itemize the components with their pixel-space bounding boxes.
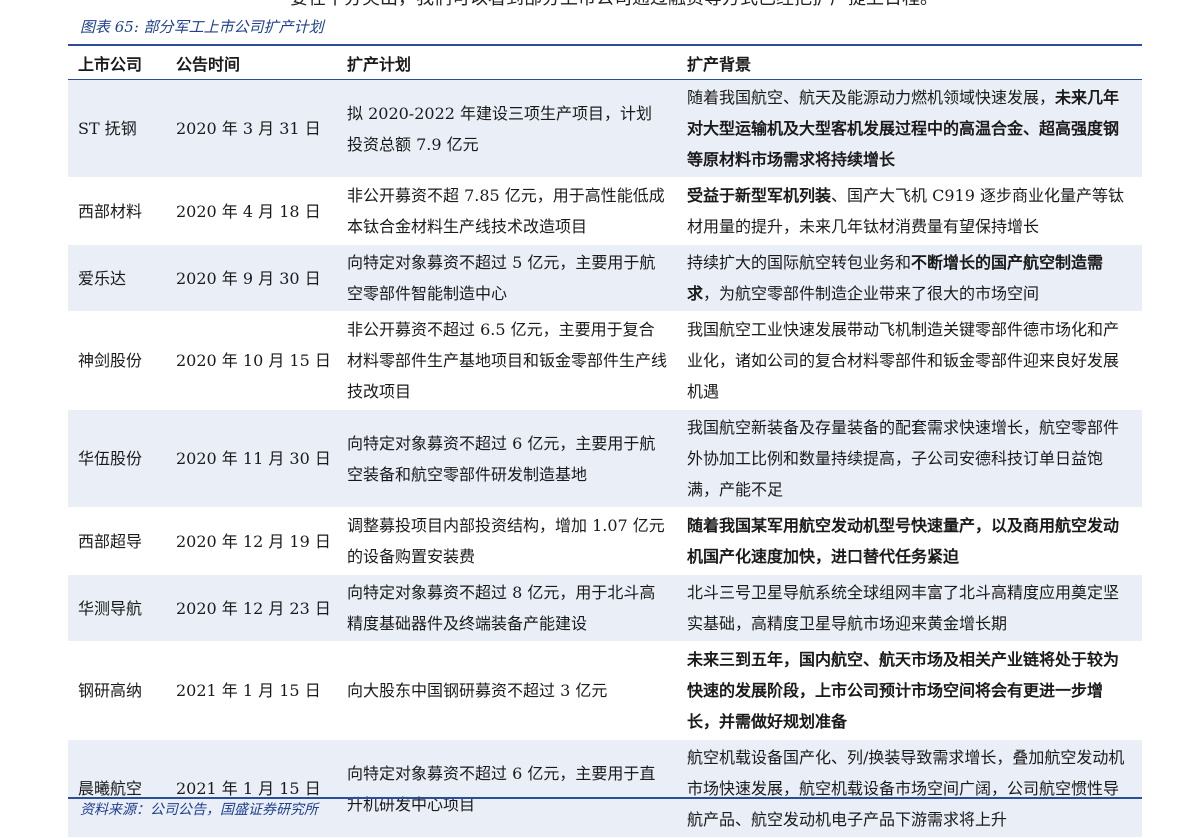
bg-text: 航空机载设备国产化、列/换装导致需求增长，叠加航空发动机市场快速发展，航空机载设… xyxy=(687,748,1125,829)
cell-company: 神剑股份 xyxy=(68,311,166,410)
cell-company: 晨曦航空 xyxy=(68,739,166,838)
cell-date: 2020 年 9 月 30 日 xyxy=(166,244,337,312)
figure-caption: 图表 65: 部分军工上市公司扩产计划 xyxy=(80,18,324,36)
bg-text: 我国航空新装备及存量装备的配套需求快速增长，航空零部件外协加工比例和数量持续提高… xyxy=(687,418,1120,499)
bg-text: 随着我国航空、航天及能源动力燃机领域快速发展， xyxy=(687,88,1056,107)
cell-background: 我国航空新装备及存量装备的配套需求快速增长，航空零部件外协加工比例和数量持续提高… xyxy=(677,409,1142,508)
cell-company: 爱乐达 xyxy=(68,244,166,312)
cell-plan: 非公开募资不超过 6.5 亿元，主要用于复合材料零部件生产基地项目和钣金零部件生… xyxy=(337,311,677,410)
cell-plan: 非公开募资不超 7.85 亿元，用于高性能低成本钛合金材料生产线技术改造项目 xyxy=(337,177,677,245)
cell-date: 2020 年 4 月 18 日 xyxy=(166,177,337,245)
table-row: 西部材料 2020 年 4 月 18 日 非公开募资不超 7.85 亿元，用于高… xyxy=(68,177,1142,245)
cell-plan: 向特定对象募资不超过 6 亿元，主要用于航空装备和航空零部件研发制造基地 xyxy=(337,409,677,508)
cell-background: 我国航空工业快速发展带动飞机制造关键零部件德市场化和产业化，诸如公司的复合材料零… xyxy=(677,311,1142,410)
cell-date: 2020 年 3 月 31 日 xyxy=(166,79,337,178)
cell-company: ST 抚钢 xyxy=(68,79,166,178)
table-row: 晨曦航空 2021 年 1 月 15 日 向特定对象募资不超过 6 亿元，主要用… xyxy=(68,739,1142,838)
cell-plan: 调整募投项目内部投资结构，增加 1.07 亿元的设备购置安装费 xyxy=(337,507,677,575)
cell-plan: 向特定对象募资不超过 8 亿元，用于北斗高精度基础器件及终端装备产能建设 xyxy=(337,574,677,642)
table-row: 华测导航 2020 年 12 月 23 日 向特定对象募资不超过 8 亿元，用于… xyxy=(68,574,1142,642)
bg-text: 持续扩大的国际航空转包业务和 xyxy=(687,253,912,272)
header-company: 上市公司 xyxy=(68,47,166,80)
bg-emphasis: 未来三到五年，国内航空、航天市场及相关产业链将处于较为快速的发展阶段，上市公司预… xyxy=(687,650,1120,731)
bg-emphasis: 受益于新型军机列装 xyxy=(687,186,832,205)
bg-text: 我国航空工业快速发展带动飞机制造关键零部件德市场化和产业化，诸如公司的复合材料零… xyxy=(687,320,1120,401)
cell-background: 北斗三号卫星导航系统全球组网丰富了北斗高精度应用奠定坚实基础，高精度卫星导航市场… xyxy=(677,574,1142,642)
source-note: 资料来源：公司公告，国盛证券研究所 xyxy=(80,802,318,818)
cell-plan: 拟 2020-2022 年建设三项生产项目，计划投资总额 7.9 亿元 xyxy=(337,79,677,178)
cell-date: 2020 年 12 月 19 日 xyxy=(166,507,337,575)
cell-background: 受益于新型军机列装、国产大飞机 C919 逐步商业化量产等钛材用量的提升，未来几… xyxy=(677,177,1142,245)
cell-background: 未来三到五年，国内航空、航天市场及相关产业链将处于较为快速的发展阶段，上市公司预… xyxy=(677,641,1142,740)
cell-company: 华伍股份 xyxy=(68,409,166,508)
cell-date: 2020 年 11 月 30 日 xyxy=(166,409,337,508)
cell-date: 2020 年 12 月 23 日 xyxy=(166,574,337,642)
header-plan: 扩产计划 xyxy=(337,47,677,80)
previous-paragraph-fragment: 要在十分突出，我们可以看到部分上市公司通过融资等方式已经把扩产提上日程。 xyxy=(290,0,1110,11)
cell-company: 华测导航 xyxy=(68,574,166,642)
bg-emphasis: 随着我国某军用航空发动机型号快速量产，以及商用航空发动机国产化速度加快，进口替代… xyxy=(687,516,1120,566)
cell-background: 持续扩大的国际航空转包业务和不断增长的国产航空制造需求，为航空零部件制造企业带来… xyxy=(677,244,1142,312)
cell-plan: 向大股东中国钢研募资不超过 3 亿元 xyxy=(337,641,677,740)
table-row: 爱乐达 2020 年 9 月 30 日 向特定对象募资不超过 5 亿元，主要用于… xyxy=(68,244,1142,312)
header-date: 公告时间 xyxy=(166,47,337,80)
cell-date: 2020 年 10 月 15 日 xyxy=(166,311,337,410)
cell-background: 随着我国某军用航空发动机型号快速量产，以及商用航空发动机国产化速度加快，进口替代… xyxy=(677,507,1142,575)
cell-date: 2021 年 1 月 15 日 xyxy=(166,641,337,740)
table-row: 西部超导 2020 年 12 月 19 日 调整募投项目内部投资结构，增加 1.… xyxy=(68,507,1142,575)
cell-plan: 向特定对象募资不超过 6 亿元，主要用于直升机研发中心项目 xyxy=(337,739,677,838)
cell-background: 随着我国航空、航天及能源动力燃机领域快速发展，未来几年对大型运输机及大型客机发展… xyxy=(677,79,1142,178)
header-background: 扩产背景 xyxy=(677,47,1142,80)
cell-date: 2021 年 1 月 15 日 xyxy=(166,739,337,838)
cell-plan: 向特定对象募资不超过 5 亿元，主要用于航空零部件智能制造中心 xyxy=(337,244,677,312)
cell-background: 航空机载设备国产化、列/换装导致需求增长，叠加航空发动机市场快速发展，航空机载设… xyxy=(677,739,1142,838)
bg-text: 北斗三号卫星导航系统全球组网丰富了北斗高精度应用奠定坚实基础，高精度卫星导航市场… xyxy=(687,583,1120,633)
cell-company: 西部材料 xyxy=(68,177,166,245)
cell-company: 西部超导 xyxy=(68,507,166,575)
table-row: 华伍股份 2020 年 11 月 30 日 向特定对象募资不超过 6 亿元，主要… xyxy=(68,409,1142,508)
table-row: 神剑股份 2020 年 10 月 15 日 非公开募资不超过 6.5 亿元，主要… xyxy=(68,311,1142,410)
bg-tail: ，为航空零部件制造企业带来了很大的市场空间 xyxy=(703,284,1040,303)
table-row: 钢研高纳 2021 年 1 月 15 日 向大股东中国钢研募资不超过 3 亿元 … xyxy=(68,641,1142,740)
table-header-row: 上市公司 公告时间 扩产计划 扩产背景 xyxy=(68,47,1142,80)
table-row: ST 抚钢 2020 年 3 月 31 日 拟 2020-2022 年建设三项生… xyxy=(68,79,1142,178)
cell-company: 钢研高纳 xyxy=(68,641,166,740)
caption-divider xyxy=(68,44,1142,46)
expansion-plan-table: 上市公司 公告时间 扩产计划 扩产背景 ST 抚钢 2020 年 3 月 31 … xyxy=(68,47,1142,838)
